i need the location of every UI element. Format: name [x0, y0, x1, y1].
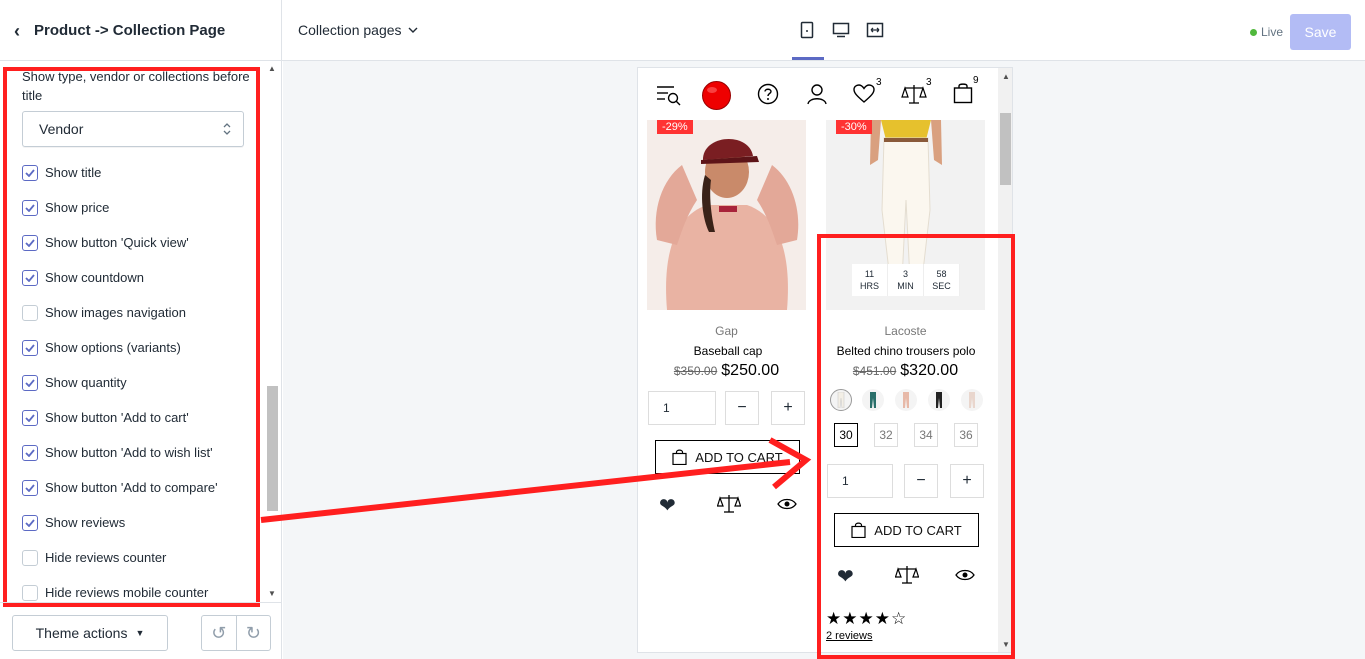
logo-icon[interactable]	[701, 80, 732, 111]
compare-count-badge: 3	[926, 77, 932, 88]
sidebar-scroll-thumb[interactable]	[267, 386, 278, 511]
settings-sidebar: Show type, vendor or collections before …	[0, 61, 282, 659]
quick-view-eye-icon[interactable]	[777, 498, 797, 510]
live-status: Live	[1250, 25, 1283, 39]
sale-badge: -30%	[836, 120, 872, 134]
compare-scale-icon[interactable]	[717, 494, 741, 514]
current-price: $250.00	[721, 362, 780, 379]
menu-search-icon[interactable]	[656, 84, 682, 106]
help-icon[interactable]	[757, 83, 779, 105]
wishlist-count-badge: 3	[876, 77, 882, 88]
undo-icon[interactable]: ↺	[202, 616, 237, 650]
sidebar-scrollbar[interactable]: ▲ ▼	[265, 61, 279, 601]
cart-bag-icon[interactable]	[953, 82, 973, 104]
chevron-left-icon: ‹	[14, 20, 20, 41]
bag-icon	[672, 449, 687, 465]
store-header: 3 3 9	[638, 68, 998, 120]
add-to-cart-label: ADD TO CART	[695, 449, 783, 465]
highlight-box-product	[817, 234, 1015, 659]
page-type-select[interactable]: Collection pages	[298, 22, 418, 38]
sale-badge: -29%	[657, 120, 693, 134]
live-label: Live	[1261, 25, 1284, 39]
account-icon[interactable]	[806, 83, 828, 105]
desktop-icon[interactable]	[830, 20, 852, 40]
wishlist-heart-icon[interactable]: ❤	[659, 493, 676, 518]
quantity-decrease-button[interactable]: −	[725, 391, 759, 425]
device-switcher	[796, 20, 886, 40]
sidebar-footer: Theme actions ▼ ↺ ↻	[0, 602, 282, 659]
wishlist-icon[interactable]	[853, 84, 875, 104]
cart-count-badge: 9	[973, 75, 979, 86]
highlight-box-settings	[3, 67, 260, 607]
scroll-down-icon[interactable]: ▼	[268, 589, 276, 598]
quantity-increase-button[interactable]: +	[771, 391, 805, 425]
product-title[interactable]: Baseball cap	[638, 344, 818, 358]
old-price: $350.00	[673, 364, 718, 378]
product-image-baseball-cap[interactable]: -29%	[647, 120, 806, 310]
fullwidth-icon[interactable]	[864, 20, 886, 40]
mobile-icon[interactable]	[796, 20, 818, 40]
caret-down-icon: ▼	[135, 628, 145, 638]
save-button[interactable]: Save	[1290, 14, 1351, 50]
top-bar: ‹ Product -> Collection Page Collection …	[0, 0, 1365, 61]
chevron-down-icon	[408, 27, 418, 33]
preview-scroll-thumb[interactable]	[1000, 113, 1011, 185]
scroll-up-icon[interactable]: ▲	[1002, 72, 1010, 81]
redo-icon[interactable]: ↻	[237, 616, 271, 650]
back-link[interactable]: ‹ Product -> Collection Page	[0, 0, 282, 61]
add-to-cart-button[interactable]: ADD TO CART	[655, 440, 800, 474]
product-photo-girl-cap	[647, 120, 806, 310]
theme-actions-label: Theme actions	[35, 625, 128, 641]
live-dot-icon	[1250, 28, 1257, 36]
undo-redo-group: ↺ ↻	[201, 615, 271, 651]
page-title: Product -> Collection Page	[34, 22, 226, 39]
product-price: $350.00 $250.00	[647, 362, 806, 380]
scroll-up-icon[interactable]: ▲	[268, 64, 276, 73]
compare-icon[interactable]	[901, 83, 927, 105]
quantity-input[interactable]: 1	[648, 391, 716, 425]
device-active-indicator	[792, 57, 824, 60]
theme-actions-button[interactable]: Theme actions ▼	[12, 615, 168, 651]
page-type-label: Collection pages	[298, 22, 402, 38]
product-vendor: Gap	[715, 324, 738, 338]
